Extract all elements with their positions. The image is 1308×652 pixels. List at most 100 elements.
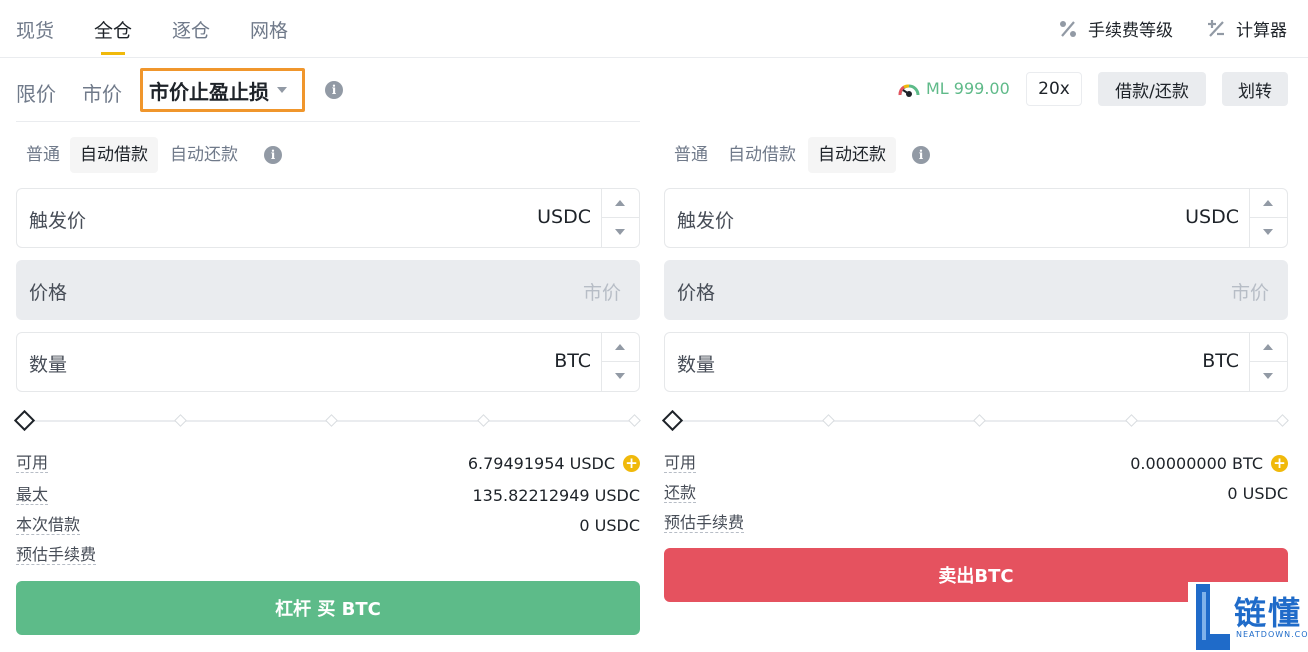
leverage-button[interactable]: 20x <box>1026 72 1082 106</box>
slider-mark-50[interactable] <box>325 414 338 427</box>
transfer-button[interactable]: 划转 <box>1222 72 1288 106</box>
slider-mark-25[interactable] <box>822 414 835 427</box>
order-type-stop-label: 市价止盈止损 <box>149 79 269 104</box>
sell-price-field: 价格 市价 <box>664 260 1288 320</box>
sell-mode-normal[interactable]: 普通 <box>664 137 718 173</box>
chevron-down-icon <box>615 229 625 235</box>
gauge-icon <box>898 83 920 97</box>
order-type-limit[interactable]: 限价 <box>16 78 56 107</box>
buy-borrow-row: 本次借款 0 USDC <box>16 514 640 538</box>
slider-mark-50[interactable] <box>973 414 986 427</box>
chevron-up-icon <box>1263 344 1273 350</box>
order-type-market[interactable]: 市价 <box>82 78 122 107</box>
available-label: 可用 <box>664 453 697 473</box>
repay-label: 还款 <box>664 483 697 503</box>
slider-mark-75[interactable] <box>477 414 490 427</box>
tab-grid[interactable]: 网格 <box>250 16 288 43</box>
max-value: 135.82212949 USDC <box>472 486 640 505</box>
chevron-up-icon <box>615 200 625 206</box>
increment-button[interactable] <box>602 333 639 362</box>
repay-value: 0 USDC <box>1227 484 1288 503</box>
buy-mode-auto-repay[interactable]: 自动还款 <box>160 137 248 173</box>
increment-button[interactable] <box>602 189 639 218</box>
fee-level-link[interactable]: 手续费等级 <box>1058 16 1173 41</box>
buy-amount-stepper <box>601 333 639 391</box>
add-funds-icon[interactable]: + <box>623 455 640 472</box>
buy-mode-info-icon[interactable]: i <box>264 146 282 164</box>
max-label: 最太 <box>16 485 49 505</box>
sell-trigger-label: 触发价 <box>677 210 735 232</box>
buy-available-row: 可用 6.79491954 USDC + <box>16 452 640 476</box>
active-tab-underline <box>101 52 125 55</box>
decrement-button[interactable] <box>1250 362 1287 391</box>
calculator-icon <box>1208 19 1224 37</box>
sell-available-row: 可用 0.00000000 BTC + <box>664 452 1288 476</box>
decrement-button[interactable] <box>602 218 639 247</box>
sell-trigger-unit: USDC <box>1185 206 1239 228</box>
add-funds-icon[interactable]: + <box>1271 455 1288 472</box>
sell-mode-auto-repay[interactable]: 自动还款 <box>808 137 896 173</box>
buy-price-market: 市价 <box>582 282 621 304</box>
decrement-button[interactable] <box>602 362 639 391</box>
tab-spot[interactable]: 现货 <box>16 16 54 43</box>
sell-trigger-price-input[interactable]: 触发价 USDC <box>664 188 1288 248</box>
est-fee-label: 预估手续费 <box>664 513 745 533</box>
buy-trigger-label: 触发价 <box>29 210 87 232</box>
borrow-value: 0 USDC <box>579 516 640 535</box>
info-icon[interactable]: i <box>325 81 343 99</box>
caret-down-icon <box>277 87 287 93</box>
sell-mode-auto-borrow[interactable]: 自动借款 <box>718 137 806 173</box>
buy-amount-slider[interactable] <box>13 409 641 432</box>
buy-mode-normal[interactable]: 普通 <box>16 137 70 173</box>
slider-mark-75[interactable] <box>1125 414 1138 427</box>
available-value: 0.00000000 BTC <box>1130 454 1263 473</box>
sell-amount-slider[interactable] <box>661 409 1289 432</box>
margin-buy-button[interactable]: 杠杆 买 BTC <box>16 581 640 635</box>
chevron-up-icon <box>615 344 625 350</box>
est-fee-label: 预估手续费 <box>16 545 97 565</box>
sell-amount-input[interactable]: 数量 BTC <box>664 332 1288 392</box>
slider-handle[interactable] <box>661 409 684 432</box>
watermark-domain: NEATDOWN.COM <box>1236 630 1308 639</box>
buy-trigger-unit: USDC <box>537 206 591 228</box>
available-label: 可用 <box>16 453 49 473</box>
borrow-label: 本次借款 <box>16 515 81 535</box>
watermark-name: 链懂 <box>1234 594 1303 632</box>
watermark-logo: 链懂 NEATDOWN.COM <box>1188 582 1308 652</box>
buy-mode-auto-borrow[interactable]: 自动借款 <box>70 137 158 173</box>
logo-mark-highlight <box>1202 592 1206 640</box>
borrow-repay-button[interactable]: 借款/还款 <box>1098 72 1206 106</box>
sell-repay-row: 还款 0 USDC <box>664 482 1288 506</box>
buy-mode-row: 普通 自动借款 自动还款 i <box>16 137 640 173</box>
margin-level[interactable]: ML 999.00 <box>898 79 1010 98</box>
sell-trigger-stepper <box>1249 189 1287 247</box>
slider-mark-100[interactable] <box>628 414 641 427</box>
increment-button[interactable] <box>1250 189 1287 218</box>
sell-amount-stepper <box>1249 333 1287 391</box>
slider-mark-100[interactable] <box>1276 414 1289 427</box>
chevron-down-icon <box>615 373 625 379</box>
available-value: 6.79491954 USDC <box>467 454 615 473</box>
increment-button[interactable] <box>1250 333 1287 362</box>
buy-trigger-price-input[interactable]: 触发价 USDC <box>16 188 640 248</box>
buy-fee-row: 预估手续费 <box>16 544 640 568</box>
buy-amount-input[interactable]: 数量 BTC <box>16 332 640 392</box>
buy-panel: 普通 自动借款 自动还款 i 触发价 USDC 价格 市价 数量 BTC 可用 … <box>13 122 641 652</box>
decrement-button[interactable] <box>1250 218 1287 247</box>
percent-icon <box>1060 20 1076 37</box>
sell-mode-info-icon[interactable]: i <box>912 146 930 164</box>
tab-cross-label: 全仓 <box>94 20 133 42</box>
order-type-row: 限价 市价 市价止盈止损 i <box>16 60 640 122</box>
tab-isolated[interactable]: 逐仓 <box>172 16 210 43</box>
order-type-stop-dropdown[interactable]: 市价止盈止损 <box>140 68 305 112</box>
tab-cross[interactable]: 全仓 <box>94 16 133 55</box>
slider-handle[interactable] <box>13 409 36 432</box>
buy-amount-unit: BTC <box>554 350 591 372</box>
buy-trigger-stepper <box>601 189 639 247</box>
calculator-link[interactable]: 计算器 <box>1206 16 1287 41</box>
buy-price-label: 价格 <box>29 282 68 304</box>
sell-amount-unit: BTC <box>1202 350 1239 372</box>
chevron-up-icon <box>1263 200 1273 206</box>
slider-mark-25[interactable] <box>174 414 187 427</box>
chevron-down-icon <box>1263 373 1273 379</box>
